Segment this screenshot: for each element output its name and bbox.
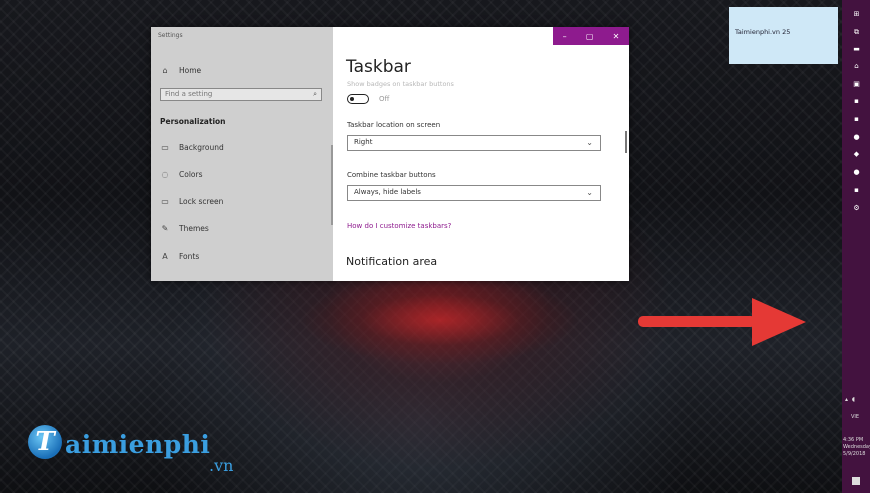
tray-language[interactable]: VIE: [851, 414, 859, 420]
dropdown-value: Always, hide labels: [354, 188, 421, 196]
settings-content: – ▢ ✕ Taskbar Show badges on taskbar but…: [333, 27, 629, 281]
badges-toggle[interactable]: [347, 94, 369, 104]
clock-day: Wednesday: [843, 444, 870, 450]
notification-area-heading: Notification area: [346, 255, 438, 268]
location-label: Taskbar location on screen: [347, 121, 441, 129]
badges-option-label: Show badges on taskbar buttons: [347, 80, 454, 88]
app-icon[interactable]: ◆: [853, 151, 860, 158]
sidebar-item-label: Background: [179, 142, 224, 152]
app-title: Settings: [158, 32, 183, 39]
logo-tld: .vn: [209, 456, 234, 475]
logo-initial: T: [28, 425, 62, 459]
app-icon[interactable]: ●: [853, 169, 860, 176]
app-icon[interactable]: ▣: [853, 81, 860, 88]
minimize-button[interactable]: –: [563, 32, 567, 41]
home-icon: ⌂: [162, 65, 168, 75]
start-icon[interactable]: ⊞: [853, 11, 860, 18]
sidebar-item-label: Colors: [179, 169, 203, 179]
nav-home[interactable]: ⌂ Home: [160, 63, 201, 77]
clock-date: 5/9/2018: [843, 451, 866, 457]
sidebar-item-lock-screen[interactable]: ▭ Lock screen: [160, 194, 223, 208]
combine-buttons-dropdown[interactable]: Always, hide labels ⌄: [347, 185, 601, 201]
toggle-knob: [350, 96, 354, 101]
search-placeholder: Find a setting: [165, 90, 213, 98]
customize-taskbars-link[interactable]: How do I customize taskbars?: [347, 222, 451, 230]
browser-icon[interactable]: ●: [853, 134, 860, 141]
action-center-icon[interactable]: [852, 477, 860, 485]
store-icon[interactable]: ⌂: [853, 63, 860, 70]
section-heading: Personalization: [160, 117, 226, 126]
lock-screen-icon: ▭: [161, 196, 169, 206]
nav-home-label: Home: [179, 65, 202, 75]
red-arrow-annotation: [638, 298, 806, 346]
page-title: Taskbar: [346, 57, 411, 77]
app-icon[interactable]: ▪: [853, 98, 860, 105]
chevron-down-icon: ⌄: [586, 138, 593, 147]
sidebar-item-background[interactable]: ▭ Background: [160, 140, 224, 154]
toast-text: Taimienphi.vn 25: [735, 28, 791, 36]
sidebar-item-label: Lock screen: [179, 196, 224, 206]
window-controls: – ▢ ✕: [553, 27, 629, 45]
toggle-state-label: Off: [379, 95, 390, 103]
app-icon[interactable]: ▪: [853, 187, 860, 194]
taskbar: ⊞ ⧉ ▬ ⌂ ▣ ▪ ▪ ● ◆ ● ▪ ⚙ ▴ ◖ VIE 4:36 PM …: [842, 0, 870, 493]
sidebar-item-colors[interactable]: ◌ Colors: [160, 167, 203, 181]
chevron-down-icon: ⌄: [586, 188, 593, 197]
close-button[interactable]: ✕: [613, 32, 620, 41]
brush-icon: ✎: [161, 223, 169, 233]
sidebar-item-label: Fonts: [179, 251, 200, 261]
desktop-background: Settings ⌂ Home Find a setting ⌕ Persona…: [0, 0, 842, 493]
wallpaper-robot-glow: [300, 275, 580, 365]
search-icon: ⌕: [313, 90, 317, 98]
sidebar-item-fonts[interactable]: A Fonts: [160, 249, 199, 263]
clock-time: 4:36 PM: [843, 437, 864, 443]
task-view-icon[interactable]: ⧉: [853, 29, 860, 36]
file-explorer-icon[interactable]: ▬: [853, 46, 860, 53]
font-icon: A: [162, 251, 168, 261]
dropdown-value: Right: [354, 138, 373, 146]
maximize-button[interactable]: ▢: [586, 32, 594, 41]
tray-icons[interactable]: ▴ ◖: [845, 396, 856, 403]
sidebar-item-themes[interactable]: ✎ Themes: [160, 221, 209, 235]
app-icon[interactable]: ▪: [853, 116, 860, 123]
taskbar-location-dropdown[interactable]: Right ⌄: [347, 135, 601, 151]
picture-icon: ▭: [161, 142, 169, 152]
notification-toast[interactable]: Taimienphi.vn 25: [729, 7, 838, 64]
search-input[interactable]: Find a setting ⌕: [160, 88, 322, 101]
settings-window: Settings ⌂ Home Find a setting ⌕ Persona…: [151, 27, 629, 281]
sidebar-item-label: Themes: [179, 223, 209, 233]
settings-gear-icon[interactable]: ⚙: [853, 205, 860, 212]
logo-text: aimienphi: [65, 430, 211, 459]
tray-clock[interactable]: 4:36 PM Wednesday 5/9/2018: [843, 437, 870, 458]
content-scrollbar[interactable]: [625, 131, 627, 153]
combine-label: Combine taskbar buttons: [347, 171, 436, 179]
settings-sidebar: Settings ⌂ Home Find a setting ⌕ Persona…: [151, 27, 333, 281]
palette-icon: ◌: [161, 169, 169, 179]
